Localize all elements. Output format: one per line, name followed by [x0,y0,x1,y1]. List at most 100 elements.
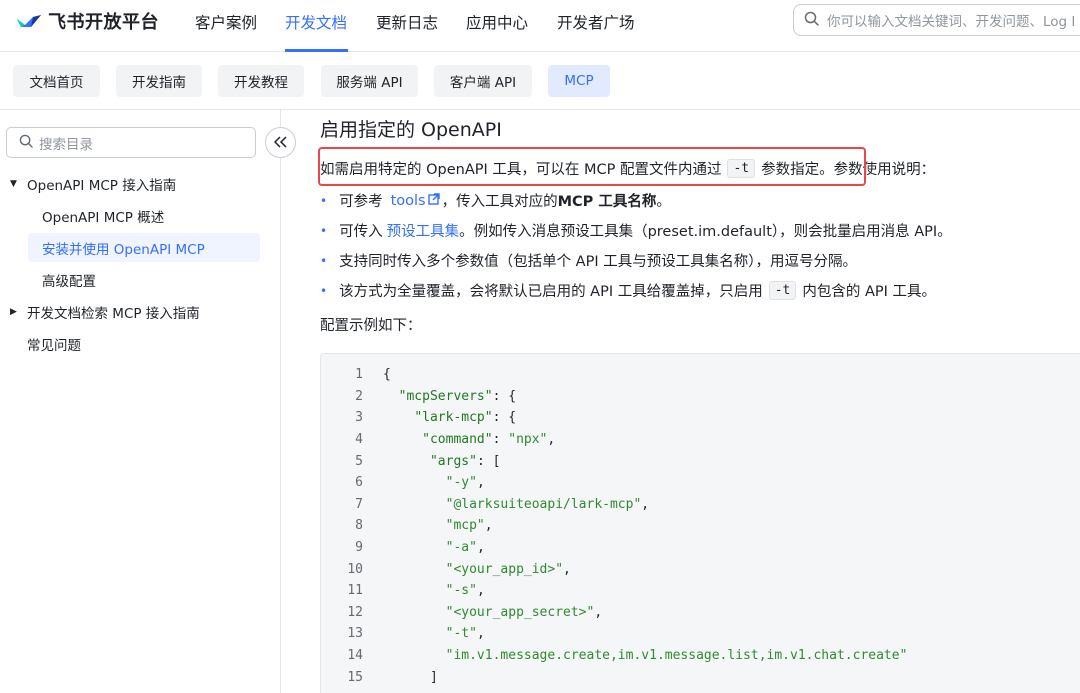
list-item: • 支持同时传入多个参数值（包括单个 API 工具与预设工具集名称），用逗号分隔… [320,250,857,271]
code-text: "@larksuiteoapi/lark-mcp", [445,496,650,512]
top-navigation: 飞书开放平台 客户案例 开发文档 更新日志 应用中心 开发者广场 你可以输入文档… [0,0,1080,52]
sidebar-search-input[interactable]: 搜索目录 [6,127,256,158]
line-number: 4 [355,432,363,448]
tab-dev-guide[interactable]: 开发指南 [116,65,202,97]
nav-customer-cases[interactable]: 客户案例 [195,11,257,33]
code-line: 3 "lark-mcp": { [321,407,516,429]
tab-dev-tutorial[interactable]: 开发教程 [218,65,304,97]
bullet-text: 可传入 [339,224,383,240]
bullet-dot: • [320,283,328,298]
section-heading: 启用指定的 OpenAPI [320,119,502,141]
tree-item-faq[interactable]: 常见问题 [27,334,81,354]
tree-item-install-openapi-mcp[interactable]: 安装并使用 OpenAPI MCP [42,238,205,258]
code-block[interactable]: 1{2 "mcpServers": {3 "lark-mcp": {4 "com… [320,353,1080,693]
code-text: "<your_app_secret>", [445,604,603,620]
nav-app-center[interactable]: 应用中心 [466,11,528,33]
code-line: 8 "mcp", [321,515,493,537]
code-line: 10 "<your_app_id>", [321,558,571,580]
code-text: "lark-mcp": { [414,410,517,426]
line-number: 7 [355,496,363,512]
sidebar-search-placeholder: 搜索目录 [39,136,93,153]
search-icon [804,11,819,30]
logo-icon [16,11,42,31]
collapse-icon [273,133,288,152]
search-placeholder: 你可以输入文档关键词、开发问题、Log I [827,14,1076,30]
code-text: "-t", [445,626,485,642]
code-text: "-a", [445,540,485,556]
code-text: "mcp", [445,518,493,534]
inline-code: -t [768,281,797,300]
preset-toolset-link[interactable]: 预设工具集 [387,220,460,241]
inline-code: -t [727,159,756,178]
code-line: 1{ [321,364,391,386]
bullet-strong-text: MCP 工具名称 [557,194,657,210]
code-line: 9 "-a", [321,537,485,559]
tree-group-openapi-mcp[interactable]: ▼ OpenAPI MCP 接入指南 [10,174,176,194]
line-number: 12 [347,604,363,620]
intro-paragraph: 如需启用特定的 OpenAPI 工具，可以在 MCP 配置文件内通过 -t 参数… [320,158,935,179]
bullet-text: 支持同时传入多个参数值（包括单个 API 工具与预设工具集名称），用逗号分隔。 [339,254,857,270]
line-number: 9 [355,540,363,556]
code-line: 14 "im.v1.message.create,im.v1.message.l… [321,645,907,667]
tab-mcp[interactable]: MCP [548,65,610,97]
line-number: 8 [355,518,363,534]
external-link-icon[interactable] [427,192,440,209]
logo-text: 飞书开放平台 [48,12,159,33]
nav-developer-plaza[interactable]: 开发者广场 [557,11,635,33]
list-item: • 可传入 预设工具集 。例如传入消息预设工具集（preset.im.defau… [320,220,952,241]
bullet-text: 内包含的 API 工具。 [802,284,937,300]
tree-item-openapi-mcp-overview[interactable]: OpenAPI MCP 概述 [42,206,164,226]
code-line: 5 "args": [ [321,450,500,472]
tab-client-api[interactable]: 客户端 API [434,65,532,97]
nav-changelog[interactable]: 更新日志 [376,11,438,33]
caret-right-icon: ▶ [10,307,17,317]
list-item: • 该方式为全量覆盖，会将默认已启用的 API 工具给覆盖掉，只启用 -t 内包… [320,280,936,301]
tree-group-doc-search-mcp[interactable]: ▶ 开发文档检索 MCP 接入指南 [10,302,200,322]
line-number: 15 [347,669,363,685]
code-text: "mcpServers": { [398,388,517,404]
config-example-label: 配置示例如下： [320,318,422,334]
tab-docs-home[interactable]: 文档首页 [13,65,100,97]
code-text: "args": [ [429,453,501,469]
line-number: 3 [355,410,363,426]
code-line: 2 "mcpServers": { [321,386,516,408]
line-number: 2 [355,388,363,404]
bullet-text: 。 [656,194,671,210]
intro-text-tail: 参数使用说明： [833,162,936,178]
intro-text-boxed-end: 参数指定。 [761,162,834,178]
code-text: "-y", [445,475,485,491]
tree-item-advanced-config[interactable]: 高级配置 [42,270,96,290]
search-icon [19,133,33,152]
bullet-text: 可参考 [339,194,383,210]
line-number: 14 [347,648,363,664]
search-input[interactable]: 你可以输入文档关键词、开发问题、Log I [793,4,1080,36]
bullet-dot: • [320,193,328,208]
sidebar: 搜索目录 ▼ OpenAPI MCP 接入指南 OpenAPI MCP 概述 安… [0,110,296,693]
line-number: 10 [347,561,363,577]
intro-text: 如需启用特定的 OpenAPI 工具，可以在 MCP 配置文件内通过 [320,162,722,178]
tab-server-api[interactable]: 服务端 API [321,65,418,97]
collapse-sidebar-button[interactable] [265,127,296,158]
code-text: "-s", [445,583,485,599]
bullet-text: ，传入工具对应的 [441,194,558,210]
nav-dev-docs[interactable]: 开发文档 [285,11,347,33]
line-number: 11 [347,583,363,599]
code-text: ] [383,669,438,685]
list-item: • 可参考 tools ，传入工具对应的 MCP 工具名称 。 [320,190,671,211]
code-line: 7 "@larksuiteoapi/lark-mcp", [321,494,649,516]
bullet-text: 。例如传入消息预设工具集（preset.im.default），则会批量启用消息… [459,224,952,240]
code-text: "command": "npx", [422,432,556,448]
line-number: 13 [347,626,363,642]
bullet-dot: • [320,253,328,268]
caret-down-icon: ▼ [10,179,17,189]
logo[interactable]: 飞书开放平台 [16,10,159,33]
line-number: 1 [355,367,363,383]
code-line: 13 "-t", [321,623,485,645]
code-text: { [383,367,391,383]
doc-category-tabs: 文档首页 开发指南 开发教程 服务端 API 客户端 API MCP [0,52,1080,110]
tools-link[interactable]: tools [391,193,426,209]
line-number: 5 [355,453,363,469]
code-text: "<your_app_id>", [445,561,571,577]
code-text: "im.v1.message.create,im.v1.message.list… [445,648,908,664]
code-line: 11 "-s", [321,580,485,602]
